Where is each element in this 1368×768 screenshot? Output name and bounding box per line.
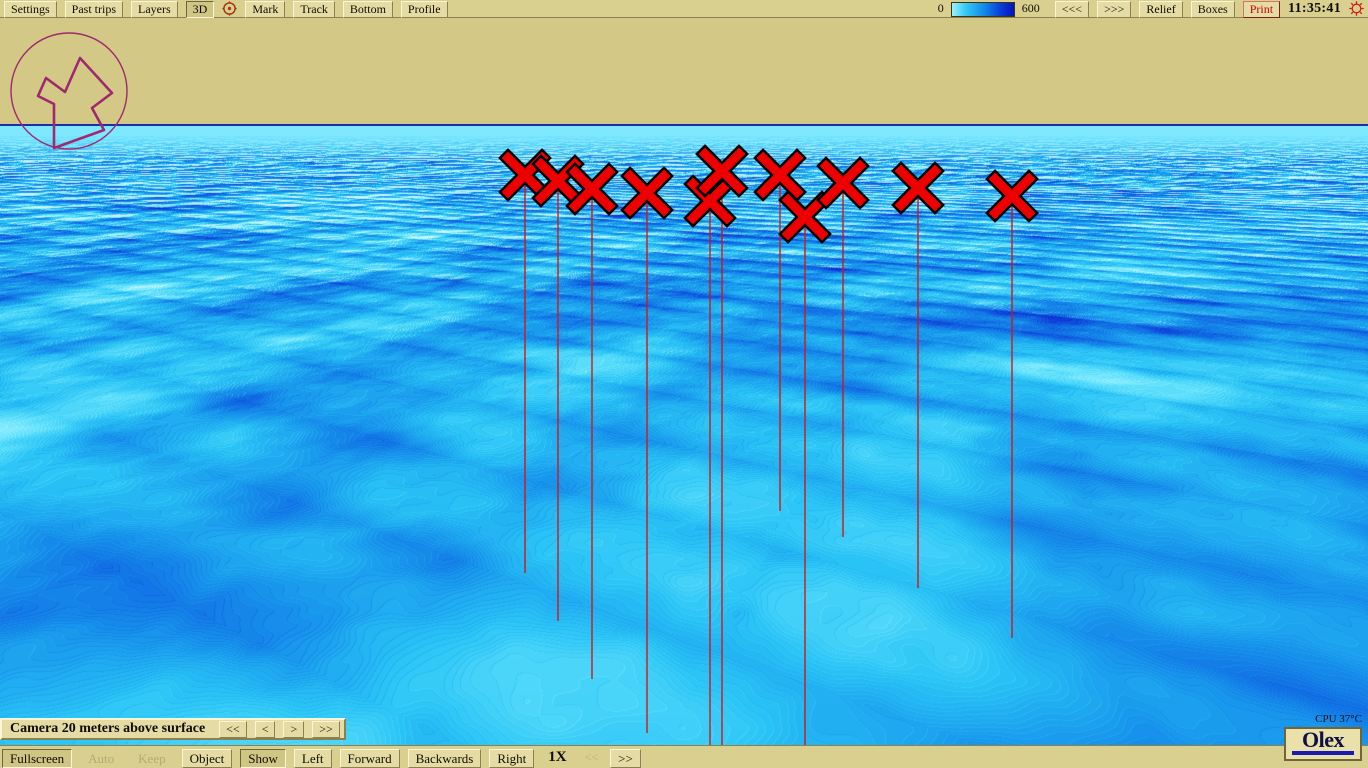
camera-status-bar: Camera 20 meters above surface << < > >> bbox=[0, 718, 346, 740]
3d-seafloor-view[interactable] bbox=[0, 18, 1368, 768]
scale-increase-button[interactable]: >>> bbox=[1097, 1, 1132, 18]
camera-altitude-label: Camera 20 meters above surface bbox=[10, 721, 206, 736]
layers-button[interactable]: Layers bbox=[131, 1, 178, 18]
past-trips-button[interactable]: Past trips bbox=[64, 1, 124, 18]
3d-button[interactable]: 3D bbox=[185, 1, 215, 18]
speed-multiplier-label: 1X bbox=[548, 749, 567, 765]
depth-gradient-bar[interactable] bbox=[950, 2, 1015, 17]
print-button[interactable]: Print bbox=[1242, 1, 1281, 18]
mark-button[interactable]: Mark bbox=[245, 1, 286, 18]
keep-button: Keep bbox=[130, 749, 174, 768]
bottom-toolbar: Fullscreen Auto Keep Object Show Left Fo… bbox=[0, 745, 1368, 768]
camera-up-button[interactable]: > bbox=[283, 721, 305, 738]
sky-background bbox=[0, 18, 1368, 126]
speed-decrease-button: << bbox=[584, 750, 599, 764]
settings-button[interactable]: Settings bbox=[4, 1, 57, 18]
bathymetry-terrain bbox=[0, 136, 1368, 768]
depth-scale-max: 600 bbox=[1021, 1, 1040, 15]
move-forward-button[interactable]: Forward bbox=[339, 749, 400, 768]
olex-3d-application: Settings Past trips Layers 3D Mark Track… bbox=[0, 0, 1368, 768]
depth-scale-min: 0 bbox=[937, 1, 944, 15]
olex-logo: Olex bbox=[1284, 727, 1362, 761]
sun-icon[interactable] bbox=[1349, 1, 1364, 16]
scale-decrease-button[interactable]: <<< bbox=[1054, 1, 1090, 18]
relief-button[interactable]: Relief bbox=[1139, 1, 1183, 18]
camera-down-button[interactable]: < bbox=[254, 721, 276, 738]
object-button[interactable]: Object bbox=[181, 749, 233, 768]
move-right-button[interactable]: Right bbox=[489, 749, 535, 768]
sun-target-icon[interactable] bbox=[222, 1, 237, 16]
move-backwards-button[interactable]: Backwards bbox=[407, 749, 482, 768]
olex-logo-text: Olex bbox=[1302, 727, 1345, 752]
top-toolbar-left-group: Settings Past trips Layers 3D Mark Track… bbox=[2, 1, 450, 19]
show-button[interactable]: Show bbox=[240, 749, 286, 768]
bottom-button[interactable]: Bottom bbox=[342, 1, 393, 18]
terrain-canvas bbox=[0, 136, 1368, 768]
top-toolbar: Settings Past trips Layers 3D Mark Track… bbox=[0, 0, 1368, 18]
camera-down-fast-button[interactable]: << bbox=[219, 721, 247, 738]
move-left-button[interactable]: Left bbox=[293, 749, 332, 768]
camera-up-fast-button[interactable]: >> bbox=[312, 721, 340, 738]
depth-color-scale: 0 600 bbox=[935, 1, 1043, 17]
north-arrow-compass[interactable] bbox=[8, 30, 130, 152]
top-toolbar-right-group: 0 600 <<< >>> Relief Boxes Print 11:35:4… bbox=[935, 1, 1366, 19]
auto-button: Auto bbox=[80, 749, 123, 768]
profile-button[interactable]: Profile bbox=[400, 1, 448, 18]
fullscreen-button[interactable]: Fullscreen bbox=[2, 749, 73, 768]
track-button[interactable]: Track bbox=[293, 1, 335, 18]
speed-increase-button[interactable]: >> bbox=[610, 749, 641, 768]
cpu-temperature-label: CPU 37°C bbox=[1315, 713, 1362, 725]
clock-display: 11:35:41 bbox=[1288, 1, 1341, 16]
boxes-button[interactable]: Boxes bbox=[1190, 1, 1235, 18]
